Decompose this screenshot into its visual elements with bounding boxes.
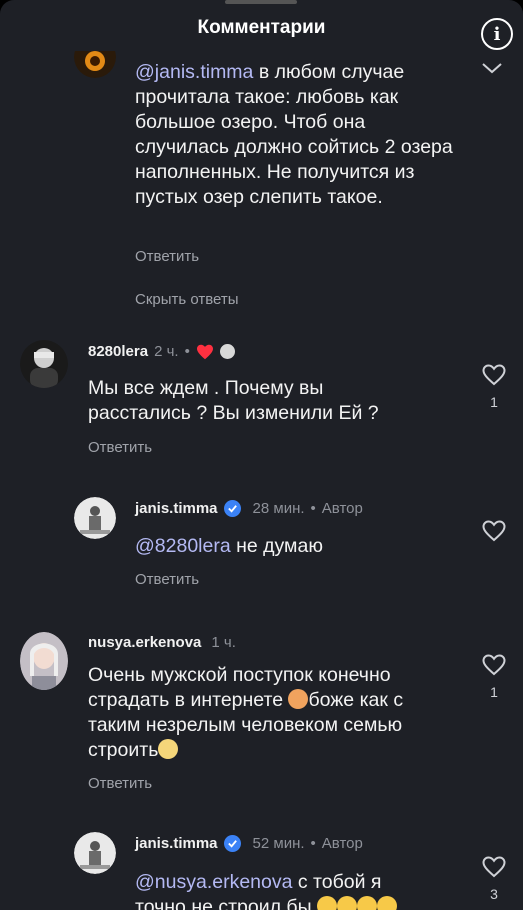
username[interactable]: janis.timma — [135, 835, 218, 852]
creator-avatar-small — [219, 344, 235, 359]
like-count: 3 — [490, 886, 498, 902]
page-title: Комментарии — [197, 17, 326, 38]
info-icon[interactable]: i — [481, 18, 513, 50]
comment-meta: nusya.erkenova 1 ч. — [88, 634, 236, 651]
comment-text: Мы все ждем . Почему вы расстались ? Вы … — [88, 377, 379, 424]
mention-link[interactable]: @8280lera — [135, 535, 231, 557]
separator-dot: • — [310, 500, 316, 517]
avatar[interactable] — [20, 632, 68, 690]
comment-text: @8280lera не думаю — [135, 535, 323, 557]
comment-text: Очень мужской поступок конечно страдать … — [88, 664, 404, 761]
comment-text: @janis.timma в любом случае прочитала та… — [135, 61, 453, 208]
laughing-emoji-icon — [377, 896, 398, 910]
timestamp: 52 мин. — [252, 835, 305, 852]
comment-meta: janis.timma 28 мин. • Автор — [135, 500, 363, 517]
timestamp: 1 ч. — [211, 634, 236, 651]
heart-outline-icon[interactable] — [482, 856, 506, 878]
author-label: Автор — [321, 835, 363, 852]
username[interactable]: 8280lera — [88, 343, 148, 360]
reply-button[interactable]: Ответить — [135, 571, 199, 588]
person-facepalming-emoji-icon — [158, 739, 179, 759]
chevron-down-icon[interactable] — [481, 62, 503, 74]
author-label: Автор — [321, 500, 363, 517]
comment-meta: janis.timma 52 мин. • Автор — [135, 835, 363, 852]
laughing-emoji-icon — [317, 896, 338, 910]
comment-text: @nusya.erkenova с тобой я точно не строи… — [135, 870, 455, 910]
laughing-emoji-icon — [357, 896, 378, 910]
separator-dot: • — [184, 343, 190, 360]
comments-sheet: Комментарии i @janis.timma в любом случа… — [0, 0, 523, 910]
reply-button[interactable]: Ответить — [88, 439, 152, 456]
like-button[interactable]: 1 — [481, 364, 507, 410]
heart-icon — [196, 344, 213, 359]
like-button[interactable] — [481, 520, 507, 542]
like-count: 1 — [490, 684, 498, 700]
reply-button[interactable]: Ответить — [88, 775, 152, 792]
heart-outline-icon[interactable] — [482, 654, 506, 676]
timestamp: 28 мин. — [252, 500, 305, 517]
reply-button[interactable]: Ответить — [135, 248, 199, 265]
heart-outline-icon[interactable] — [482, 364, 506, 386]
like-button[interactable]: 3 — [481, 856, 507, 902]
verified-badge-icon — [223, 835, 241, 852]
timestamp: 2 ч. — [154, 343, 179, 360]
hide-replies-button[interactable]: Скрыть ответы — [135, 291, 239, 308]
username[interactable]: nusya.erkenova — [88, 634, 201, 651]
avatar[interactable] — [74, 497, 116, 539]
like-count: 1 — [490, 394, 498, 410]
like-button[interactable]: 1 — [481, 654, 507, 700]
heart-outline-icon[interactable] — [482, 520, 506, 542]
person-gesturing-emoji-icon — [288, 689, 309, 709]
laughing-emoji-icon — [337, 896, 358, 910]
avatar[interactable] — [74, 832, 116, 874]
avatar[interactable] — [20, 340, 68, 388]
separator-dot: • — [310, 835, 316, 852]
comment-meta: 8280lera 2 ч. • — [88, 343, 235, 360]
mention-link[interactable]: @nusya.erkenova — [135, 871, 292, 893]
mention-link[interactable]: @janis.timma — [135, 61, 253, 83]
username[interactable]: janis.timma — [135, 500, 218, 517]
verified-badge-icon — [223, 500, 241, 517]
drag-handle[interactable] — [225, 0, 297, 4]
